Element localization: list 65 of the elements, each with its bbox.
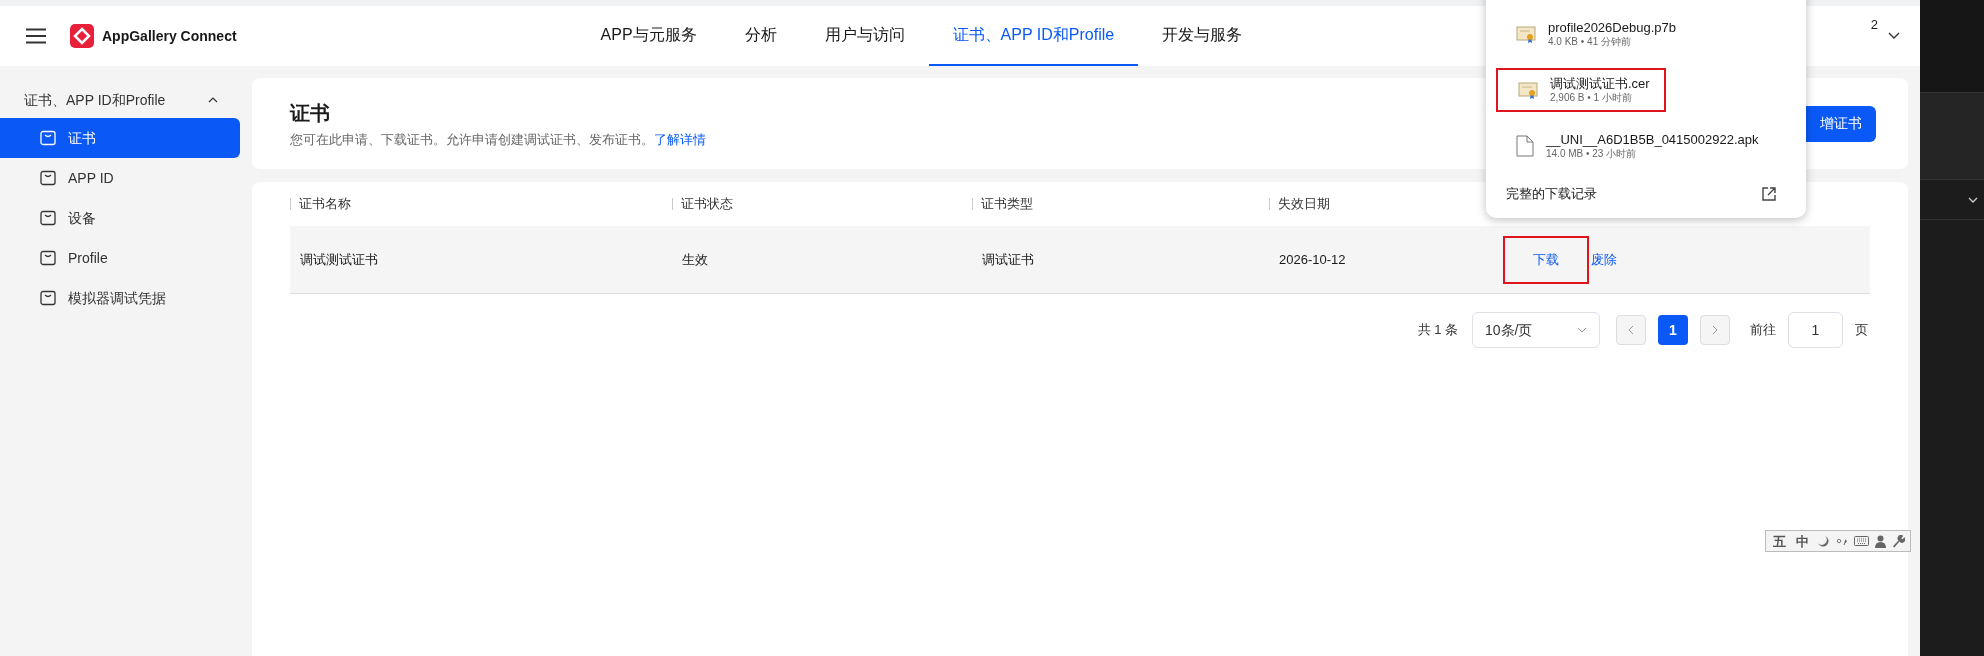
sidebar-item[interactable]: 模拟器调试凭据 — [0, 278, 240, 318]
punctuation-icon[interactable] — [1836, 536, 1848, 546]
account-name: 2 — [1870, 16, 1878, 35]
table-cell: 调试证书 — [982, 251, 1034, 267]
goto-label: 前往 — [1750, 321, 1776, 340]
column-header: 证书类型 — [981, 195, 1033, 214]
page-number-field[interactable]: 1 — [1788, 312, 1843, 348]
table-action-link[interactable]: 下载 — [1503, 235, 1589, 284]
learn-more-link[interactable]: 了解详情 — [654, 131, 706, 147]
logo-icon — [70, 24, 94, 48]
table-cell: 2026-10-12 — [1279, 251, 1346, 267]
table-action-link[interactable]: 废除 — [1589, 249, 1619, 270]
column-header: 失效日期 — [1278, 195, 1330, 214]
sidebar-group-header[interactable]: 证书、APP ID和Profile — [0, 82, 240, 118]
sidebar-item[interactable]: 设备 — [0, 198, 240, 238]
total-count: 共 1 条 — [1417, 321, 1458, 340]
nav-tab[interactable]: 分析 — [720, 6, 801, 66]
file-meta: 2,906 B • 1 小时前 — [1550, 91, 1633, 105]
table-cell: 生效 — [682, 251, 708, 267]
sidebar-item[interactable]: APP ID — [0, 158, 240, 198]
chevron-right-icon — [1712, 325, 1718, 335]
nav-tab[interactable]: 证书、APP ID和Profile — [928, 6, 1139, 66]
page-button[interactable]: 1 — [1658, 315, 1688, 345]
ime-mode-button[interactable]: 五 — [1771, 534, 1788, 548]
folder-icon — [40, 170, 56, 186]
sidebar-item[interactable]: 证书 — [0, 118, 240, 158]
download-item[interactable]: __UNI__A6D1B5B_0415002922.apk 14.0 MB • 23 小时前 — [1496, 124, 1796, 168]
page-description: 您可在此申请、下载证书。允许申请创建调试证书、发布证书。 — [290, 131, 654, 147]
menu-icon[interactable] — [26, 28, 46, 44]
wrench-icon[interactable] — [1892, 534, 1905, 548]
page-size-select[interactable]: 10条/页 — [1472, 312, 1600, 348]
ime-mode-button[interactable]: 中 — [1794, 534, 1811, 548]
app-name: AppGallery Connect — [102, 26, 237, 46]
folder-icon — [40, 130, 56, 146]
certificate-icon — [1516, 24, 1536, 44]
table-cell: 调试测试证书 — [300, 251, 378, 267]
nav-tab[interactable]: APP与元服务 — [576, 6, 721, 66]
column-header: 证书名称 — [299, 195, 351, 214]
chevron-down-icon[interactable] — [1888, 32, 1900, 40]
nav-tab[interactable]: 用户与访问 — [800, 6, 929, 66]
column-header: 证书状态 — [681, 195, 733, 214]
external-link-icon[interactable] — [1762, 187, 1776, 201]
keyboard-icon[interactable] — [1854, 536, 1869, 546]
download-item[interactable]: 调试测试证书.cer 2,906 B • 1 小时前 — [1496, 68, 1666, 112]
file-meta: 14.0 MB • 23 小时前 — [1546, 147, 1638, 161]
certificate-icon — [1518, 80, 1538, 100]
download-item[interactable]: profile2026Debug.p7b 4.0 KB • 41 分钟前 — [1496, 12, 1796, 56]
folder-icon — [40, 290, 56, 306]
person-icon[interactable] — [1875, 534, 1886, 548]
page-suffix: 页 — [1855, 321, 1868, 340]
file-name: __UNI__A6D1B5B_0415002922.apk — [1546, 131, 1759, 148]
file-icon — [1516, 135, 1534, 157]
file-name: profile2026Debug.p7b — [1548, 19, 1676, 36]
chevron-left-icon — [1628, 325, 1634, 335]
page-title: 证书 — [290, 100, 331, 126]
file-name: 调试测试证书.cer — [1550, 75, 1650, 92]
full-download-history-link[interactable]: 完整的下载记录 — [1506, 184, 1597, 204]
file-meta: 4.0 KB • 41 分钟前 — [1548, 35, 1632, 49]
chevron-up-icon — [208, 97, 218, 103]
moon-icon[interactable] — [1817, 534, 1830, 548]
sidebar-item[interactable]: Profile — [0, 238, 240, 278]
chevron-down-icon — [1577, 327, 1587, 333]
folder-icon — [40, 250, 56, 266]
folder-icon — [40, 210, 56, 226]
nav-tab[interactable]: 开发与服务 — [1138, 6, 1267, 66]
